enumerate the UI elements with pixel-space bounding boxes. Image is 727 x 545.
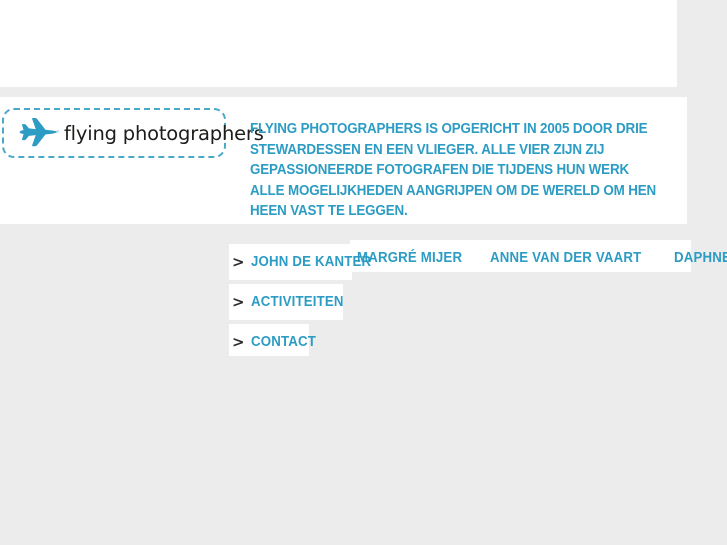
submenu-item-daphne-vermeulen[interactable]: Daphne Vermeulen [674, 250, 727, 266]
airplane-icon [19, 117, 59, 147]
submenu-item-margre-mijer[interactable]: Margré Mijer [357, 250, 462, 266]
nav-row-activiteiten: > Activiteiten [232, 284, 352, 320]
chevron-right-icon: > [232, 292, 245, 311]
main-navigation: > John de Kanter > Activiteiten > Contac… [0, 240, 727, 360]
nav-item-john-de-kanter[interactable]: John de Kanter [251, 254, 371, 270]
photographer-submenu: Margré Mijer Anne van der Vaart Daphne V… [357, 244, 727, 272]
nav-item-activiteiten[interactable]: Activiteiten [251, 294, 344, 310]
nav-item-contact[interactable]: Contact [251, 334, 316, 350]
logo-wordmark: flying photographers [64, 121, 264, 145]
chevron-right-icon: > [232, 332, 245, 351]
nav-row-contact: > Contact [232, 324, 322, 360]
top-white-panel [0, 0, 677, 87]
intro-paragraph: Flying photographers is opgericht in 200… [250, 121, 657, 220]
chevron-right-icon: > [232, 252, 245, 271]
site-logo[interactable]: flying photographers [2, 108, 264, 158]
submenu-item-anne-van-der-vaart[interactable]: Anne van der Vaart [490, 250, 641, 266]
